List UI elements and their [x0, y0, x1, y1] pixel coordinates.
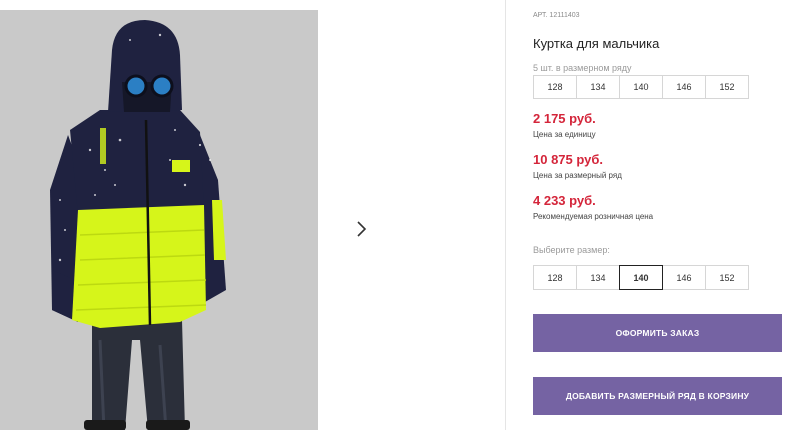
- size-option-146[interactable]: 146: [662, 265, 706, 290]
- retail-price: 4 233 руб.: [533, 193, 596, 208]
- size-selector: 128 134 140 146 152: [533, 265, 749, 290]
- next-image-button[interactable]: [342, 210, 380, 248]
- article-value: 12111403: [549, 12, 580, 19]
- size-option-152[interactable]: 152: [705, 265, 749, 290]
- retail-price-label: Рекомендуемая розничная цена: [533, 212, 654, 221]
- size-option-128[interactable]: 128: [533, 265, 577, 290]
- size-range-cell: 152: [705, 75, 749, 99]
- product-gallery: [0, 10, 505, 430]
- size-option-134[interactable]: 134: [576, 265, 620, 290]
- article-prefix: АРТ.: [533, 12, 548, 19]
- size-range-cell: 140: [619, 75, 663, 99]
- size-range-cell: 128: [533, 75, 577, 99]
- article-number: АРТ. 12111403: [533, 12, 580, 19]
- size-range-cell: 134: [576, 75, 620, 99]
- range-price: 10 875 руб.: [533, 152, 604, 167]
- unit-price-label: Цена за единицу: [533, 130, 596, 139]
- size-range-cell: 146: [662, 75, 706, 99]
- range-price-label: Цена за размерный ряд: [533, 171, 622, 180]
- panel-divider: [505, 0, 506, 430]
- size-range-row: 128 134 140 146 152: [533, 75, 749, 99]
- chevron-right-icon: [357, 221, 367, 237]
- add-to-cart-button[interactable]: ДОБАВИТЬ РАЗМЕРНЫЙ РЯД В КОРЗИНУ: [533, 377, 782, 415]
- size-select-label: Выберите размер:: [533, 245, 610, 255]
- product-photo: [0, 10, 318, 430]
- order-button[interactable]: ОФОРМИТЬ ЗАКАЗ: [533, 314, 782, 352]
- size-option-140[interactable]: 140: [619, 265, 663, 290]
- product-title: Куртка для мальчика: [533, 36, 660, 51]
- jacket-photo-illustration: [0, 10, 318, 430]
- pack-hint: 5 шт. в размерном ряду: [533, 63, 632, 73]
- unit-price: 2 175 руб.: [533, 111, 596, 126]
